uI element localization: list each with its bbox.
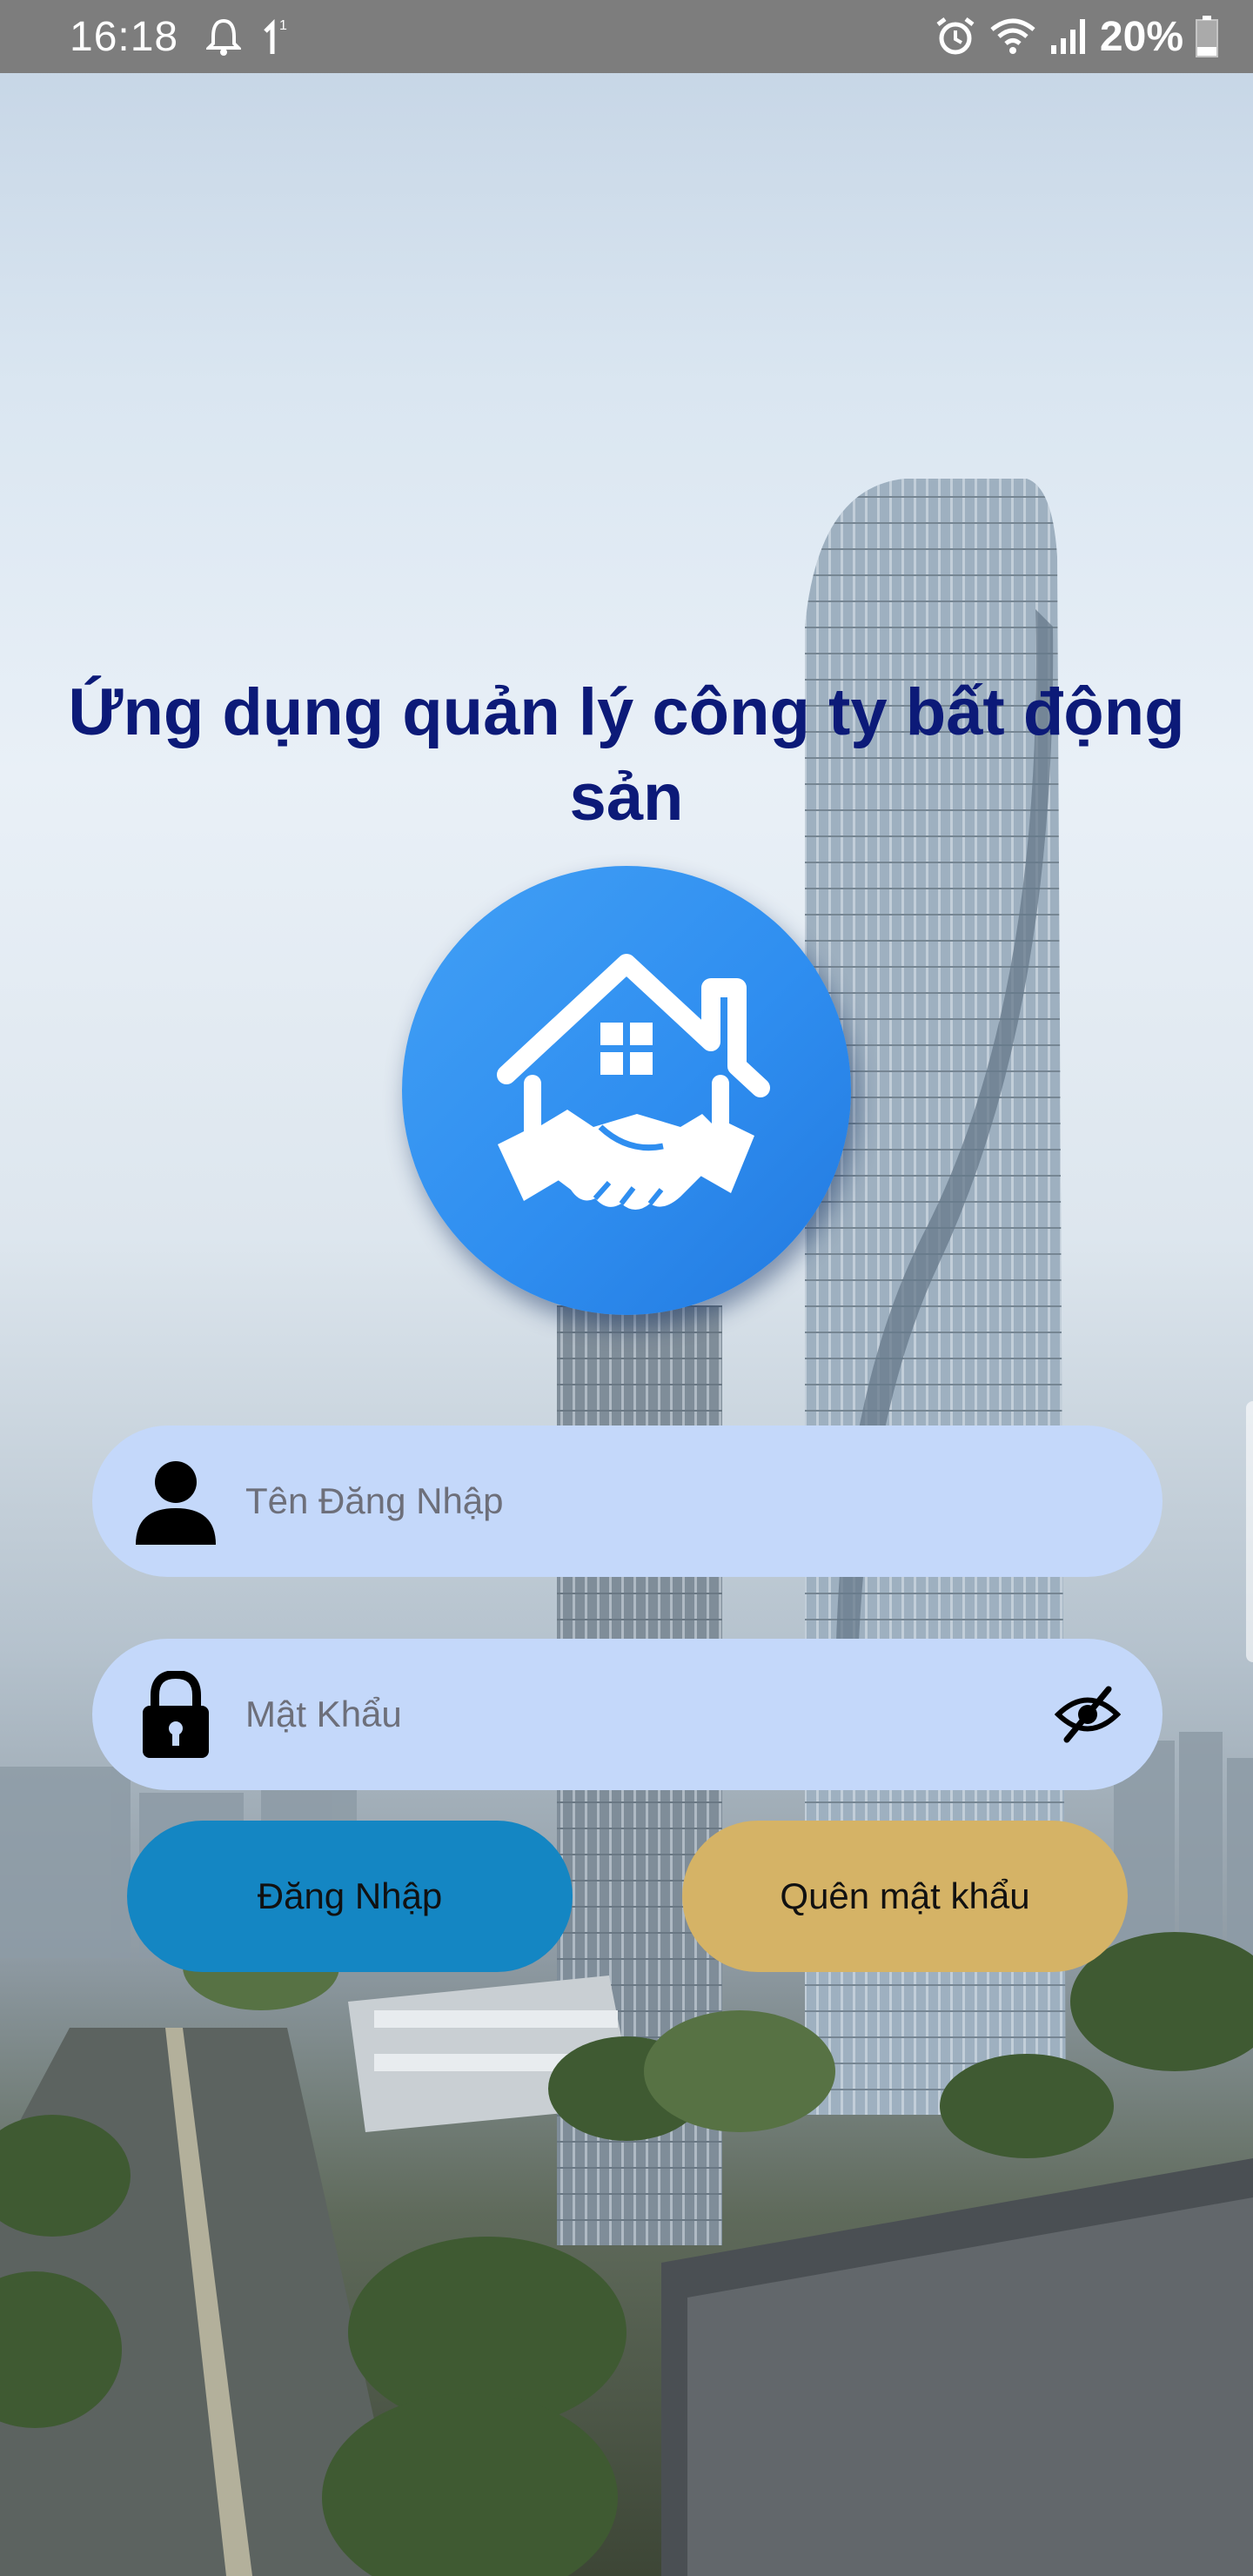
wifi-icon [990, 18, 1035, 54]
bell-icon [206, 18, 242, 56]
password-input[interactable] [245, 1639, 1029, 1790]
status-time: 16:18 [70, 13, 179, 60]
edge-panel-handle[interactable] [1246, 1401, 1253, 1662]
alarm-icon [936, 17, 975, 55]
forgot-password-button[interactable]: Quên mật khẩu [682, 1821, 1128, 1972]
status-notification-icons: 1 [206, 17, 291, 56]
signal-icon [1050, 19, 1085, 54]
lock-icon [143, 1671, 209, 1758]
person-icon [136, 1461, 216, 1545]
status-system-icons: 20% [935, 13, 1218, 61]
password-field[interactable] [92, 1639, 1163, 1790]
app-logo [402, 866, 851, 1315]
login-button[interactable]: Đăng Nhập [127, 1821, 573, 1972]
username-field[interactable] [92, 1426, 1163, 1577]
app-title: Ứng dụng quản lý công ty bất động sản [68, 675, 1185, 835]
battery-percent: 20% [1099, 13, 1183, 60]
house-handshake-icon [497, 954, 770, 1210]
battery-icon [1196, 16, 1218, 57]
username-input[interactable] [245, 1426, 1029, 1577]
eye-off-icon[interactable] [1055, 1686, 1121, 1743]
arrow-up-icon: 1 [264, 18, 287, 54]
status-bar: 16:18 1 20% [0, 0, 1253, 73]
notification-count: 1 [279, 18, 287, 33]
